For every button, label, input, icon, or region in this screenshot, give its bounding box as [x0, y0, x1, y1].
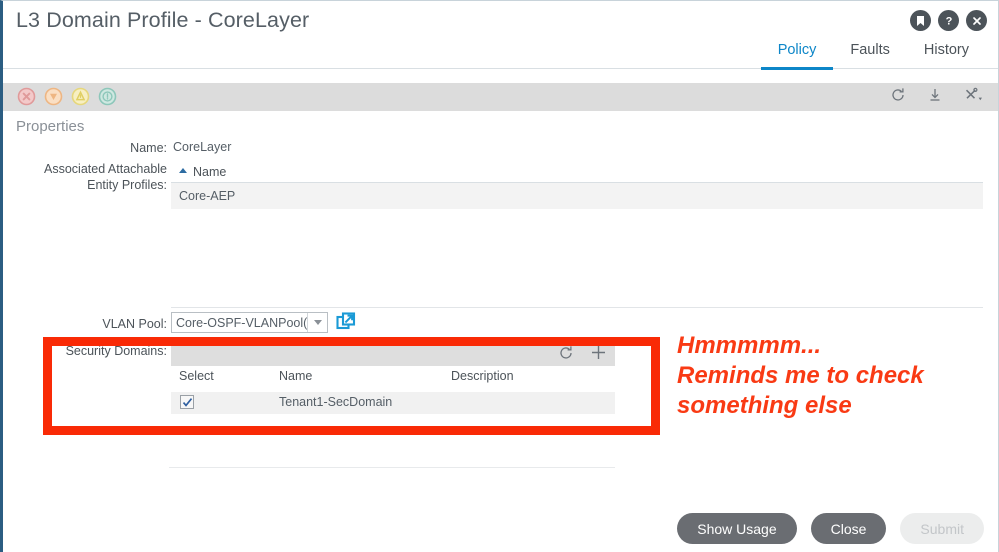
security-domains-actionbar-icons: [558, 344, 607, 361]
titlebar-icon-group: ?: [910, 10, 987, 31]
tab-bar: Policy Faults History: [760, 42, 986, 70]
name-value: CoreLayer: [173, 140, 232, 154]
annotation-line-3: something else: [677, 392, 852, 419]
major-fault-icon[interactable]: [44, 87, 63, 106]
add-icon[interactable]: [590, 344, 607, 361]
fault-toolbar: [3, 83, 998, 111]
warning-fault-icon[interactable]: [98, 87, 117, 106]
security-domains-column-headers: Select Name Description: [171, 369, 615, 391]
bookmark-icon[interactable]: [910, 10, 931, 31]
section-divider-lower: [169, 467, 615, 468]
refresh-icon[interactable]: [890, 87, 906, 103]
window-titlebar: L3 Domain Profile - CoreLayer ? Policy F…: [3, 1, 998, 70]
annotation-line-2: Reminds me to check: [677, 362, 924, 389]
sort-ascending-icon: [179, 168, 187, 173]
critical-fault-icon[interactable]: [17, 87, 36, 106]
vlan-pool-value: Core-OSPF-VLANPool(s: [176, 315, 307, 330]
security-domains-label: Security Domains:: [65, 344, 167, 358]
minor-fault-icon[interactable]: [71, 87, 90, 106]
annotation-text: Hmmmmm... Reminds me to check something …: [677, 331, 992, 421]
annotation-line-1: Hmmmmm...: [677, 332, 822, 359]
security-domains-actionbar: [171, 341, 615, 366]
aep-label: Associated Attachable Entity Profiles:: [44, 162, 167, 192]
security-domain-name: Tenant1-SecDomain: [279, 395, 393, 409]
aep-table: Name Core-AEP: [171, 161, 983, 209]
section-divider-upper: [171, 307, 983, 308]
tab-history[interactable]: History: [907, 42, 986, 70]
close-icon[interactable]: [966, 10, 987, 31]
table-row[interactable]: Tenant1-SecDomain: [171, 392, 615, 414]
vlan-pool-label: VLAN Pool:: [102, 317, 167, 331]
tools-menu-icon[interactable]: [964, 87, 986, 103]
page-title: L3 Domain Profile - CoreLayer: [16, 8, 310, 32]
refresh-icon[interactable]: [558, 345, 574, 361]
svg-text:?: ?: [945, 16, 952, 28]
tab-policy[interactable]: Policy: [760, 42, 834, 70]
toolbar-action-group: [890, 87, 986, 103]
fault-severity-group: [17, 87, 117, 106]
show-usage-button[interactable]: Show Usage: [677, 513, 797, 544]
open-vlan-pool-icon[interactable]: [336, 312, 356, 337]
l3-domain-profile-window: L3 Domain Profile - CoreLayer ? Policy F…: [0, 0, 999, 552]
name-label: Name:: [130, 141, 167, 155]
aep-row-name: Core-AEP: [179, 189, 236, 203]
aep-table-header[interactable]: Name: [171, 161, 983, 183]
tab-faults[interactable]: Faults: [833, 42, 907, 70]
table-row[interactable]: Core-AEP: [171, 183, 983, 209]
aep-column-name: Name: [193, 164, 227, 179]
close-button[interactable]: Close: [810, 513, 887, 544]
download-icon[interactable]: [927, 87, 943, 103]
footer-button-bar: Show Usage Close Submit: [677, 513, 984, 544]
row-select-checkbox[interactable]: [180, 395, 194, 409]
help-icon[interactable]: ?: [938, 10, 959, 31]
properties-section-title: Properties: [16, 118, 85, 135]
column-header-name: Name: [279, 369, 313, 383]
chevron-down-icon[interactable]: [307, 313, 327, 332]
column-header-description: Description: [451, 369, 514, 383]
vlan-pool-dropdown[interactable]: Core-OSPF-VLANPool(s: [171, 312, 328, 333]
submit-button[interactable]: Submit: [900, 513, 984, 544]
column-header-select: Select: [179, 369, 214, 383]
